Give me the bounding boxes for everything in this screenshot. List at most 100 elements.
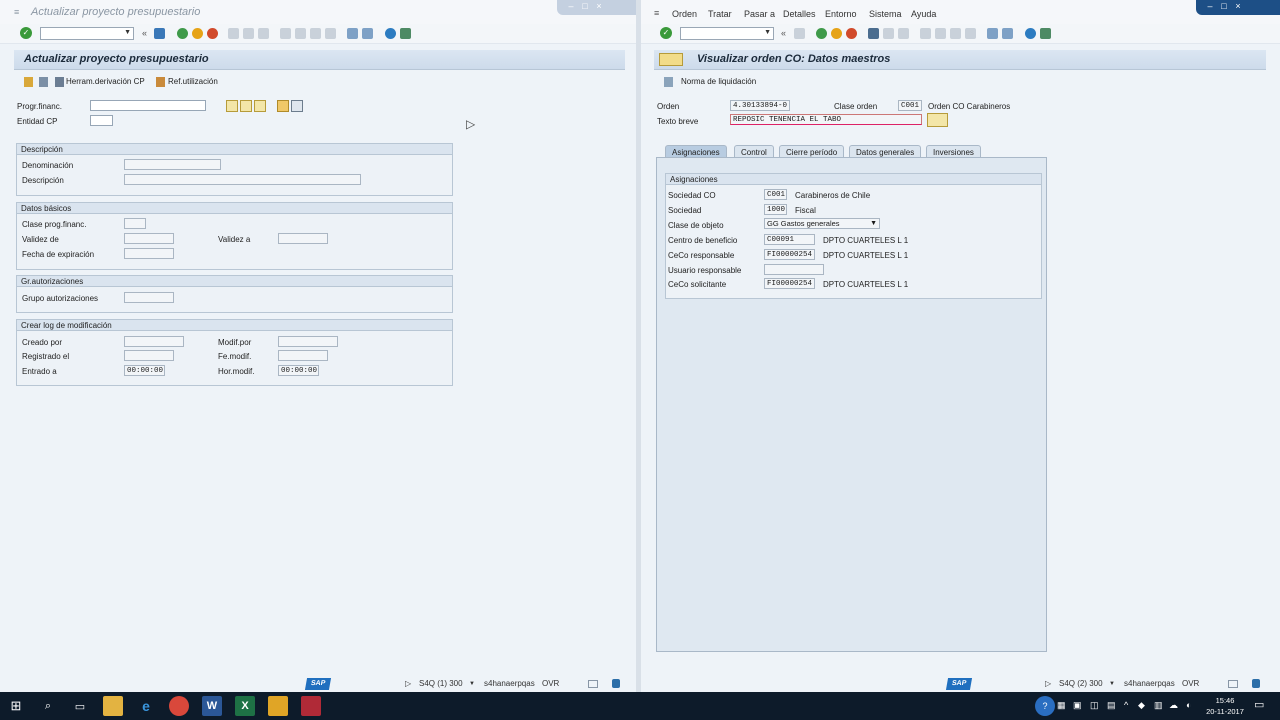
menu-orden[interactable]: Orden <box>672 9 697 19</box>
chevron-down-icon[interactable]: ▼ <box>1109 681 1115 687</box>
maximize-icon[interactable]: □ <box>1218 1 1230 11</box>
maximize-icon[interactable]: □ <box>579 1 591 11</box>
find-icon[interactable] <box>883 28 894 39</box>
print-icon[interactable] <box>228 28 239 39</box>
system-info[interactable]: S4Q (2) 300 <box>1059 679 1103 688</box>
layout-icon[interactable] <box>1228 680 1238 688</box>
tray-icon[interactable]: ▤ <box>1107 700 1116 711</box>
cancel-icon[interactable] <box>846 28 857 39</box>
close-icon[interactable]: × <box>593 1 605 11</box>
shortcut-icon[interactable] <box>362 28 373 39</box>
enter-check-icon[interactable]: ✓ <box>660 27 672 39</box>
next-page-icon[interactable] <box>310 28 321 39</box>
menu-ayuda[interactable]: Ayuda <box>911 9 936 19</box>
customize-icon[interactable] <box>400 28 411 39</box>
menu-icon[interactable]: ≡ <box>14 7 19 17</box>
chevron-down-icon[interactable]: ▼ <box>764 29 771 36</box>
network-icon[interactable]: ▥ <box>1154 700 1163 711</box>
norma-liquidacion-button[interactable]: Norma de liquidación <box>681 77 756 86</box>
search-icon[interactable]: ⌕ <box>38 696 58 716</box>
tray-icon[interactable]: ▦ <box>1057 700 1066 711</box>
help-tray-icon[interactable]: ? <box>1035 696 1055 716</box>
first-page-icon[interactable] <box>280 28 291 39</box>
menu-tratar[interactable]: Tratar <box>708 9 732 19</box>
copy-icon[interactable] <box>277 100 289 112</box>
delete-trash-icon[interactable] <box>291 100 303 112</box>
create-icon[interactable] <box>226 100 238 112</box>
save-icon[interactable] <box>794 28 805 39</box>
clock-date[interactable]: 20-11-2017 <box>1200 707 1250 716</box>
edit-pencil-icon[interactable] <box>240 100 252 112</box>
new-session-icon[interactable] <box>347 28 358 39</box>
system-info[interactable]: S4Q (1) 300 <box>419 679 463 688</box>
lock-icon[interactable] <box>1252 679 1260 688</box>
exit-icon[interactable] <box>192 28 203 39</box>
layout-icon[interactable] <box>588 680 598 688</box>
chevron-down-icon[interactable]: ▼ <box>469 681 475 687</box>
minimize-icon[interactable]: – <box>1204 1 1216 11</box>
file-explorer-icon[interactable] <box>103 696 123 716</box>
close-icon[interactable]: × <box>1232 1 1244 11</box>
command-field[interactable]: ▼ <box>40 27 134 40</box>
chevron-down-icon[interactable]: ▼ <box>124 29 131 36</box>
find-next-icon[interactable] <box>258 28 269 39</box>
back-icon[interactable] <box>177 28 188 39</box>
windows-start-icon[interactable]: ⊞ <box>6 696 26 716</box>
chevron-down-icon[interactable]: ▼ <box>870 220 877 228</box>
cancel-icon[interactable] <box>207 28 218 39</box>
next-page-icon[interactable] <box>950 28 961 39</box>
menu-detalles[interactable]: Detalles <box>783 9 816 19</box>
menu-entorno[interactable]: Entorno <box>825 9 857 19</box>
last-page-icon[interactable] <box>965 28 976 39</box>
history-icon[interactable]: « <box>781 28 786 38</box>
herram-derivacion-button[interactable]: Herram.derivación CP <box>66 77 145 86</box>
play-icon[interactable]: ▷ <box>1045 679 1051 688</box>
long-text-icon[interactable] <box>927 113 948 127</box>
other-object-icon[interactable] <box>24 77 33 87</box>
clase-objeto-select[interactable]: GG Gastos generales ▼ <box>764 218 880 229</box>
chrome-icon[interactable] <box>169 696 189 716</box>
shield-icon[interactable]: ◆ <box>1138 700 1145 711</box>
sap-gui-icon[interactable] <box>301 696 321 716</box>
last-page-icon[interactable] <box>325 28 336 39</box>
minimize-icon[interactable]: – <box>565 1 577 11</box>
save-icon[interactable] <box>154 28 165 39</box>
help-icon[interactable] <box>385 28 396 39</box>
task-view-icon[interactable]: ▭ <box>70 696 90 716</box>
chevron-up-icon[interactable]: ^ <box>1124 700 1128 710</box>
volume-icon[interactable]: ◐ <box>1186 700 1191 710</box>
history-icon[interactable]: « <box>142 28 147 38</box>
menu-sistema[interactable]: Sistema <box>869 9 902 19</box>
find-next-icon[interactable] <box>898 28 909 39</box>
clock-time[interactable]: 15:46 <box>1205 696 1245 705</box>
edge-icon[interactable]: e <box>136 696 156 716</box>
customize-icon[interactable] <box>1040 28 1051 39</box>
first-page-icon[interactable] <box>920 28 931 39</box>
new-session-icon[interactable] <box>987 28 998 39</box>
sap-logon-icon[interactable] <box>268 696 288 716</box>
display-glasses-icon[interactable] <box>254 100 266 112</box>
tray-icon[interactable]: ▣ <box>1073 700 1082 711</box>
menu-icon[interactable]: ≡ <box>654 8 659 18</box>
exit-icon[interactable] <box>831 28 842 39</box>
excel-icon[interactable]: X <box>235 696 255 716</box>
prev-page-icon[interactable] <box>935 28 946 39</box>
entidad-cp-input[interactable] <box>90 115 113 126</box>
order-type-icon[interactable] <box>659 53 683 66</box>
enter-check-icon[interactable]: ✓ <box>20 27 32 39</box>
back-icon[interactable] <box>816 28 827 39</box>
find-icon[interactable] <box>243 28 254 39</box>
ref-utilizacion-button[interactable]: Ref.utilización <box>168 77 218 86</box>
progr-financ-input[interactable] <box>90 100 206 111</box>
prev-page-icon[interactable] <box>295 28 306 39</box>
command-field[interactable]: ▼ <box>680 27 774 40</box>
play-icon[interactable]: ▷ <box>405 679 411 688</box>
cloud-icon[interactable]: ☁ <box>1169 700 1178 711</box>
menu-pasar-a[interactable]: Pasar a <box>744 9 775 19</box>
hierarchy-icon[interactable] <box>39 77 48 87</box>
tray-icon[interactable]: ◫ <box>1090 700 1099 711</box>
shortcut-icon[interactable] <box>1002 28 1013 39</box>
word-icon[interactable]: W <box>202 696 222 716</box>
print-icon[interactable] <box>868 28 879 39</box>
notification-icon[interactable]: ▭ <box>1254 698 1264 711</box>
